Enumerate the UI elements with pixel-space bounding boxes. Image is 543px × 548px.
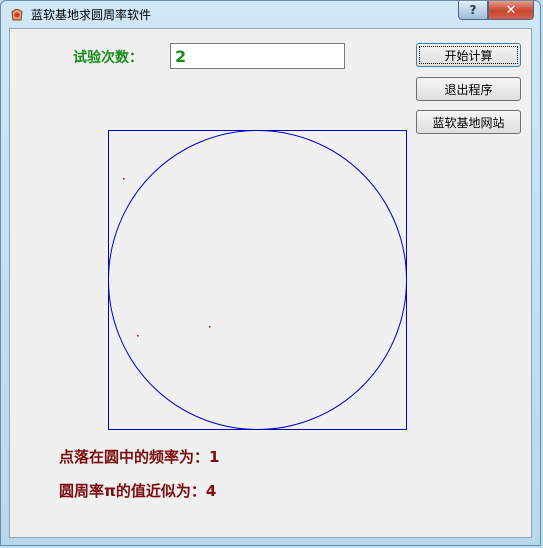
- close-icon: ✕: [505, 2, 517, 18]
- simulation-plot: [108, 130, 407, 430]
- circle-boundary: [108, 130, 407, 430]
- pi-result: 圆周率π的值近似为：4: [59, 482, 217, 500]
- main-window: 蓝软基地求圆周率软件 ? ✕ 试验次数： 开始计算 退出程序 蓝软基地网站 点落…: [0, 0, 541, 546]
- window-title: 蓝软基地求圆周率软件: [31, 8, 152, 22]
- sample-point: [137, 335, 139, 337]
- app-icon: [11, 9, 23, 21]
- start-button[interactable]: 开始计算: [416, 43, 521, 67]
- sample-point: [123, 178, 125, 180]
- client-area: 试验次数： 开始计算 退出程序 蓝软基地网站 点落在圆中的频率为：1 圆周率π的…: [9, 28, 532, 538]
- website-button[interactable]: 蓝软基地网站: [416, 110, 521, 134]
- square-boundary: [108, 130, 407, 430]
- sample-point: [209, 326, 211, 328]
- help-button[interactable]: ?: [458, 1, 488, 20]
- frequency-result: 点落在圆中的频率为：1: [59, 448, 220, 466]
- trials-label: 试验次数：: [73, 50, 143, 66]
- title-bar[interactable]: 蓝软基地求圆周率软件 ? ✕: [1, 1, 540, 27]
- help-icon: ?: [469, 3, 477, 17]
- trials-input[interactable]: [170, 43, 345, 69]
- exit-button[interactable]: 退出程序: [416, 77, 521, 101]
- close-button[interactable]: ✕: [488, 1, 534, 20]
